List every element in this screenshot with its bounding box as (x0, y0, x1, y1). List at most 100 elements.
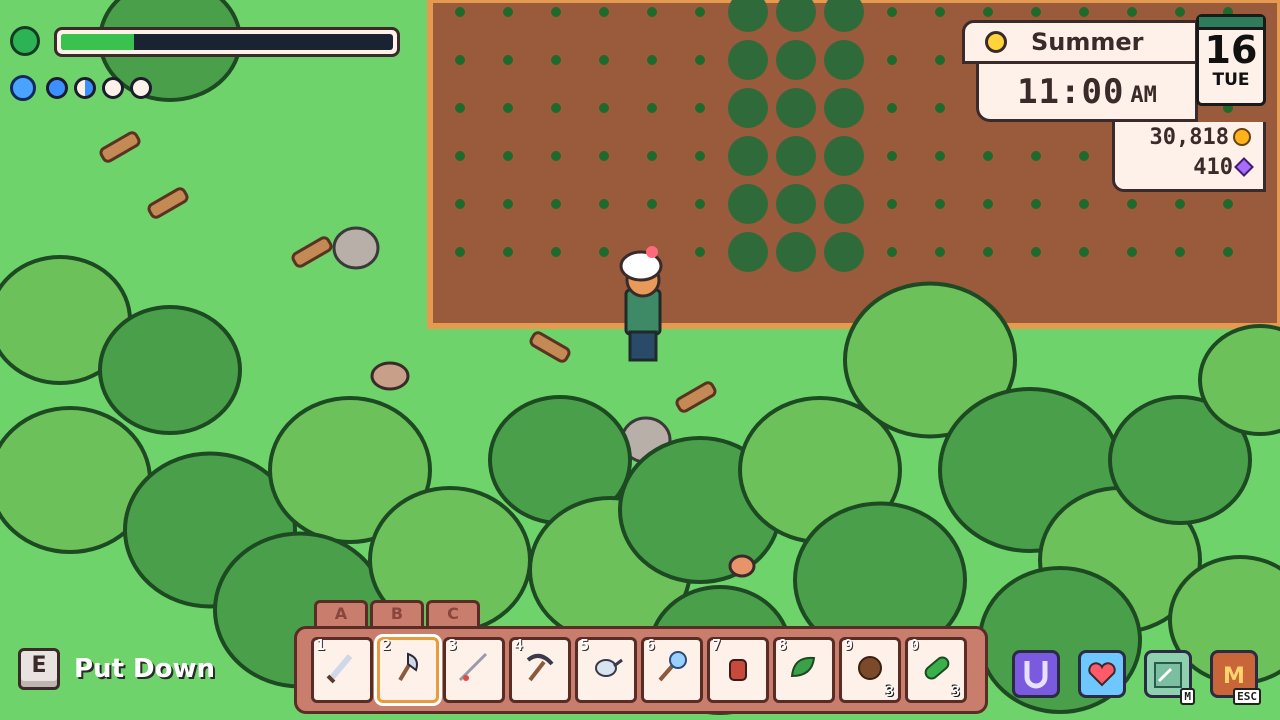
axe-icon (386, 646, 430, 694)
time-display: 11:00 AM (976, 64, 1198, 122)
crop (599, 55, 609, 65)
hotbar-slot-6[interactable]: 6 (641, 636, 703, 703)
crop (887, 199, 897, 209)
calendar-weekday: TUE (1212, 70, 1250, 90)
action-label: Put Down (74, 654, 216, 684)
heart-icon (1088, 662, 1116, 687)
crop (695, 55, 705, 65)
hotbar-slot-0[interactable]: 03 (905, 636, 967, 703)
map-hotkey: M (1180, 688, 1195, 705)
crop (1127, 199, 1137, 209)
calendar: 16 TUE (1196, 14, 1266, 106)
stamina-fill (61, 34, 135, 50)
horseshoe-icon (1024, 661, 1048, 689)
crop (887, 247, 897, 257)
crop (1127, 247, 1137, 257)
hotbar: 123456789303 (294, 626, 988, 714)
fishing-rod-icon (452, 646, 496, 694)
crop (1031, 247, 1041, 257)
slot-quantity: 3 (885, 684, 894, 700)
crop (503, 199, 513, 209)
key-e-icon: E (18, 648, 60, 690)
crop (455, 247, 465, 257)
crop (1031, 151, 1041, 161)
stamina-icon (10, 26, 40, 56)
rabbit (370, 361, 410, 391)
hotbar-slot-7[interactable]: 7 (707, 636, 769, 703)
crop (887, 151, 897, 161)
svg-text:M: M (1223, 664, 1245, 689)
menu-button[interactable]: M ESC (1210, 650, 1261, 705)
crop (776, 184, 816, 224)
watering-can-icon (584, 646, 628, 694)
crop (983, 151, 993, 161)
slot-quantity: 3 (951, 684, 960, 700)
hotbar-tab-c[interactable]: C (426, 600, 480, 626)
gold-amount: 30,818 (1149, 124, 1229, 150)
action-prompt: E Put Down (18, 645, 215, 693)
crop (887, 103, 897, 113)
horseshoe-button[interactable] (1012, 650, 1060, 698)
season-label: Summer (1031, 28, 1144, 56)
crop (599, 247, 609, 257)
mana-orb-full (46, 77, 68, 99)
crop (647, 55, 657, 65)
time-label: 11:00 (1017, 71, 1125, 112)
crop (551, 103, 561, 113)
mana-icon (10, 75, 36, 101)
crop (824, 232, 864, 272)
crop (455, 7, 465, 17)
crop (455, 151, 465, 161)
crop (935, 55, 945, 65)
crop (776, 232, 816, 272)
crop (728, 40, 768, 80)
pickaxe-icon (518, 646, 562, 694)
sword-icon (320, 646, 364, 694)
crop (1223, 199, 1233, 209)
hotbar-slot-2[interactable]: 2 (377, 636, 439, 703)
season-display: Summer (962, 20, 1198, 64)
crop (776, 88, 816, 128)
crop (824, 88, 864, 128)
currency-panel: 30,818 410 (1112, 122, 1266, 192)
crop (935, 247, 945, 257)
coin-icon (1233, 128, 1251, 146)
crop (551, 7, 561, 17)
crop (1079, 199, 1089, 209)
crop (728, 88, 768, 128)
crop (503, 103, 513, 113)
crop (551, 199, 561, 209)
crop (551, 55, 561, 65)
crop (695, 103, 705, 113)
hotbar-slot-3[interactable]: 3 (443, 636, 505, 703)
crop (776, 136, 816, 176)
hotbar-tab-b[interactable]: B (370, 600, 424, 626)
crop (887, 55, 897, 65)
crop (599, 7, 609, 17)
crop (1175, 247, 1185, 257)
calendar-day: 16 (1204, 28, 1258, 72)
crop (455, 55, 465, 65)
crop (647, 7, 657, 17)
crop (599, 199, 609, 209)
hotbar-slot-4[interactable]: 4 (509, 636, 571, 703)
hotbar-slot-1[interactable]: 1 (311, 636, 373, 703)
hotbar-tab-a[interactable]: A (314, 600, 368, 626)
hotbar-slot-9[interactable]: 93 (839, 636, 901, 703)
hotbar-slot-5[interactable]: 5 (575, 636, 637, 703)
crop (1175, 7, 1185, 17)
crop (983, 199, 993, 209)
bird (728, 554, 756, 578)
crop (824, 40, 864, 80)
crop (728, 184, 768, 224)
menu-hotkey: ESC (1233, 688, 1261, 705)
relationships-button[interactable] (1078, 650, 1126, 698)
crop (503, 7, 513, 17)
mana-orb-empty (130, 77, 152, 99)
crop (551, 247, 561, 257)
tree-canopy (98, 305, 242, 435)
crop (728, 232, 768, 272)
crop (1031, 7, 1041, 17)
hotbar-slot-8[interactable]: 8 (773, 636, 835, 703)
map-button[interactable]: M (1144, 650, 1195, 705)
